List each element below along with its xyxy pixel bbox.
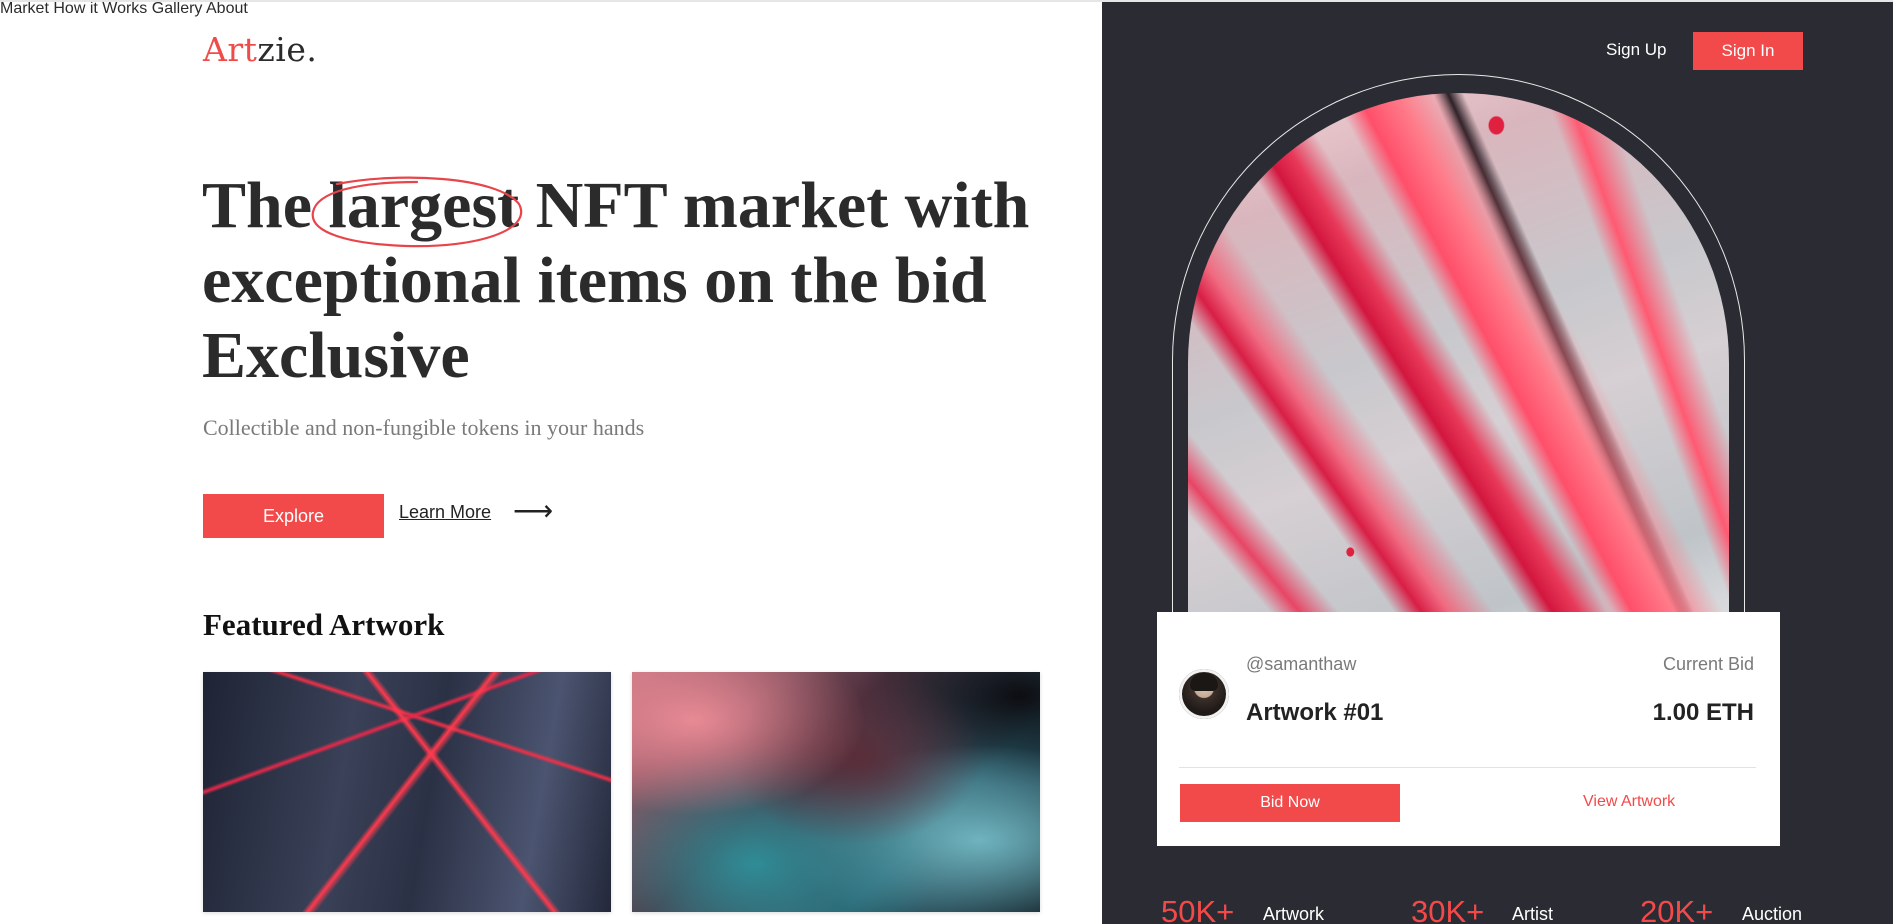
logo-part-accent: Art <box>203 30 258 69</box>
logo-part-dark: zie <box>257 30 307 69</box>
nav-about[interactable]: About <box>206 0 248 17</box>
featured-artwork-image-2[interactable] <box>632 672 1040 912</box>
hero-title-line1-rest: NFT market with <box>535 169 1030 242</box>
nav-how-it-works[interactable]: How it Works <box>53 0 147 17</box>
hand-drawn-circle-icon <box>311 176 522 248</box>
hero-title-line2: exceptional items on the bid <box>202 244 987 317</box>
artist-handle[interactable]: @samanthaw <box>1246 654 1356 675</box>
bid-now-button[interactable]: Bid Now <box>1180 784 1400 822</box>
current-bid-label: Current Bid <box>1662 654 1754 674</box>
avatar[interactable] <box>1179 669 1229 719</box>
hero-title-word1: The <box>202 169 313 242</box>
sign-in-button[interactable]: Sign In <box>1693 32 1803 70</box>
stat-auction-value: 20K+ <box>1640 894 1714 924</box>
card-divider <box>1179 767 1756 768</box>
stat-artwork-value: 50K+ <box>1161 894 1235 924</box>
bid-amount: 1.00 ETH <box>1652 699 1754 726</box>
stat-artist-label: Artist <box>1512 904 1554 924</box>
featured-artwork-image-1[interactable] <box>203 672 611 912</box>
stat-artwork-label: Artwork <box>1263 904 1325 924</box>
view-artwork-link[interactable]: View Artwork <box>1583 793 1675 811</box>
hero-subtitle: Collectible and non-fungible tokens in y… <box>203 415 645 440</box>
hero-artwork-image[interactable] <box>1188 93 1729 633</box>
stat-auction-label: Auction <box>1742 904 1803 924</box>
stat-artist-value: 30K+ <box>1411 894 1485 924</box>
featured-artwork-title: Featured Artwork <box>203 607 445 642</box>
hero-title: The largest NFT market with exceptional … <box>202 168 1082 393</box>
logo[interactable]: Artzie. <box>203 30 317 69</box>
hero-title-line3: Exclusive <box>202 319 470 392</box>
artwork-name: Artwork #01 <box>1246 699 1384 726</box>
arrow-right-icon[interactable]: ⟶ <box>513 494 553 527</box>
hero-title-highlight: largest <box>311 168 522 248</box>
nav-gallery[interactable]: Gallery <box>152 0 203 17</box>
explore-button[interactable]: Explore <box>203 494 384 538</box>
learn-more-link[interactable]: Learn More <box>399 502 491 523</box>
nav-market[interactable]: Market <box>0 0 49 17</box>
sign-up-link[interactable]: Sign Up <box>1606 40 1666 60</box>
logo-dot: . <box>306 30 318 69</box>
